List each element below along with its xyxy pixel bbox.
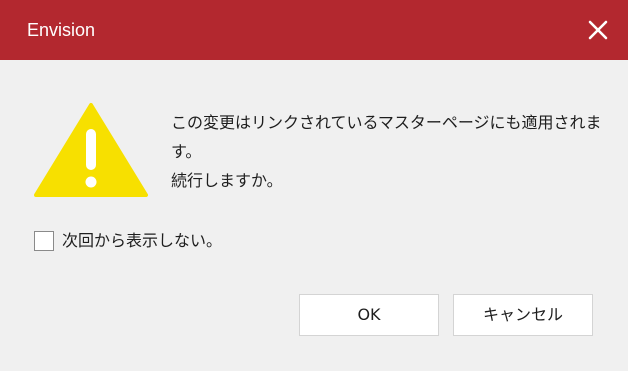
close-button[interactable] [584,16,612,44]
message-line: 続行しますか。 [171,171,283,190]
close-icon [588,20,608,40]
confirm-dialog: Envision この変更はリンクされているマスターページにも適用されま す。 … [0,0,628,371]
confirmation-message: この変更はリンクされているマスターページにも適用されま す。 続行しますか。 [171,108,611,195]
dont-show-again-option[interactable]: 次回から表示しない。 [34,228,222,254]
dont-show-again-label: 次回から表示しない。 [62,231,223,250]
dont-show-again-checkbox[interactable] [34,231,54,251]
cancel-button[interactable]: キャンセル [453,294,593,336]
message-line: この変更はリンクされているマスターページにも適用されま [171,113,602,132]
ok-button[interactable]: OK [299,294,439,336]
window-title: Envision [27,20,96,40]
message-line: す。 [171,142,202,161]
warning-triangle-icon [33,102,149,198]
title-bar: Envision [0,0,628,60]
